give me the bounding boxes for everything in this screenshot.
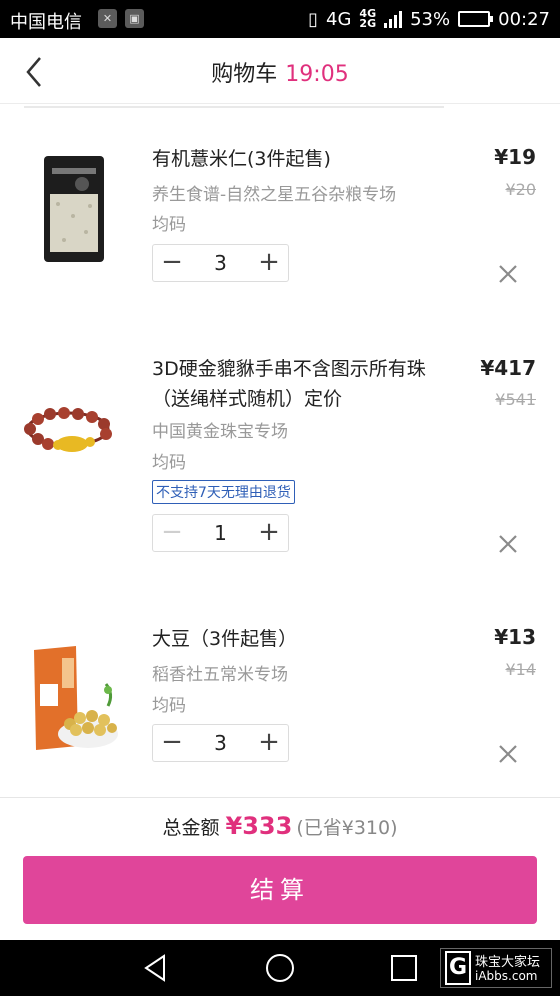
- order-summary: 总金额 ¥333 (已省¥310): [0, 797, 560, 854]
- product-spec: 均码: [152, 696, 186, 716]
- network-main: 4G: [326, 8, 352, 30]
- remove-item-button[interactable]: [494, 260, 522, 288]
- product-spec: 均码: [152, 215, 186, 235]
- square-recents-icon: [391, 955, 417, 981]
- battery-percent: 53%: [410, 8, 451, 30]
- status-bar: 中国电信 ✕ ▣ ▯ 4G 4G 2G 53% 00:27: [0, 0, 560, 38]
- product-image[interactable]: [18, 374, 118, 484]
- carrier-name: 中国电信: [10, 12, 82, 33]
- shop-name[interactable]: 稻香社五常米专场: [152, 660, 288, 685]
- nav-back-button[interactable]: [138, 950, 174, 986]
- shop-name[interactable]: 中国黄金珠宝专场: [152, 417, 288, 442]
- nav-home-button[interactable]: [262, 950, 298, 986]
- nav-recents-button[interactable]: [386, 950, 422, 986]
- cart-item: 大豆（3件起售） 稻香社五常米专场 均码 ¥13 ¥14 − 3 +: [0, 614, 560, 796]
- close-icon: [499, 745, 517, 763]
- original-price: ¥541: [495, 390, 536, 409]
- current-price: ¥19: [494, 145, 536, 169]
- close-icon: [499, 535, 517, 553]
- cart-item: 3D硬金貔貅手串不含图示所有珠（送绳样式随机）定价 中国黄金珠宝专场 均码 不支…: [0, 344, 560, 584]
- quantity-value[interactable]: 1: [191, 515, 250, 551]
- increase-button[interactable]: +: [250, 515, 288, 551]
- product-name[interactable]: 有机薏米仁(3件起售): [152, 144, 442, 174]
- product-image[interactable]: [18, 644, 118, 754]
- signal-icon: [384, 10, 403, 28]
- cart-list[interactable]: 有机薏米仁(3件起售) 养生食谱-自然之星五谷杂粮专场 均码 ¥19 ¥20 −…: [0, 104, 560, 796]
- watermark-url: iAbbs.com: [475, 969, 538, 983]
- cart-item: 有机薏米仁(3件起售) 养生食谱-自然之星五谷杂粮专场 均码 ¥19 ¥20 −…: [0, 104, 560, 344]
- shop-name[interactable]: 养生食谱-自然之星五谷杂粮专场: [152, 180, 396, 205]
- quantity-value[interactable]: 3: [191, 725, 250, 761]
- battery-icon: [458, 11, 494, 27]
- watermark-logo: G: [445, 951, 471, 985]
- product-image-soybean-box: [34, 646, 118, 750]
- quantity-stepper: − 1 +: [152, 514, 289, 552]
- product-name[interactable]: 大豆（3件起售）: [152, 624, 442, 654]
- product-name[interactable]: 3D硬金貔貅手串不含图示所有珠（送绳样式随机）定价: [152, 354, 442, 414]
- saved-amount: (已省¥310): [296, 817, 398, 839]
- return-policy-tag: 不支持7天无理由退货: [152, 480, 295, 504]
- product-image-grain-bag: [44, 156, 104, 262]
- page-title: 购物车 19:05: [0, 56, 560, 88]
- product-spec: 均码: [152, 453, 186, 473]
- current-price: ¥13: [494, 625, 536, 649]
- quantity-value[interactable]: 3: [191, 245, 250, 281]
- current-price: ¥417: [480, 356, 536, 380]
- remove-item-button[interactable]: [494, 740, 522, 768]
- quantity-stepper: − 3 +: [152, 244, 289, 282]
- triangle-back-icon: [144, 954, 165, 982]
- page-title-text: 购物车: [211, 62, 278, 87]
- vibrate-icon: ▯: [308, 8, 319, 30]
- decrease-button[interactable]: −: [153, 515, 191, 551]
- notification-icon: ✕: [98, 9, 117, 28]
- product-image-bracelet: [24, 407, 112, 452]
- site-watermark: G 珠宝大家坛 iAbbs.com: [440, 948, 552, 988]
- image-icon: ▣: [125, 9, 144, 28]
- network-dual: 4G 2G: [359, 7, 377, 30]
- checkout-button[interactable]: 结算: [23, 856, 537, 924]
- countdown-timer: 19:05: [285, 62, 349, 87]
- circle-home-icon: [266, 954, 294, 982]
- increase-button[interactable]: +: [250, 245, 288, 281]
- decrease-button[interactable]: −: [153, 725, 191, 761]
- close-icon: [499, 265, 517, 283]
- decrease-button[interactable]: −: [153, 245, 191, 281]
- system-nav-bar: G 珠宝大家坛 iAbbs.com: [0, 940, 560, 996]
- remove-item-button[interactable]: [494, 530, 522, 558]
- increase-button[interactable]: +: [250, 725, 288, 761]
- product-image[interactable]: [18, 154, 118, 264]
- total-amount: ¥333: [225, 812, 293, 840]
- watermark-name: 珠宝大家坛: [475, 955, 541, 970]
- status-indicators: ▯ 4G 4G 2G 53% 00:27: [308, 7, 550, 31]
- original-price: ¥14: [505, 660, 536, 679]
- original-price: ¥20: [505, 180, 536, 199]
- total-label: 总金额: [162, 817, 220, 839]
- clock: 00:27: [498, 8, 550, 30]
- quantity-stepper: − 3 +: [152, 724, 289, 762]
- app-header: 购物车 19:05: [0, 38, 560, 104]
